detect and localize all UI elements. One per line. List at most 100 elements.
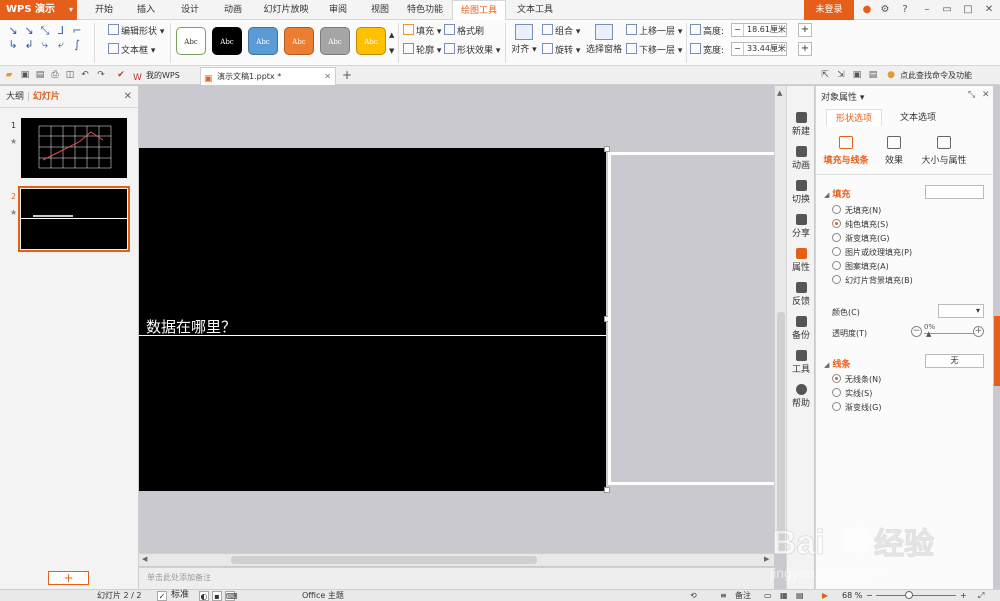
transparency-slider[interactable] <box>924 333 974 334</box>
tab-document[interactable]: ▣ 演示文稿1.pptx * ✕ <box>200 67 336 85</box>
radio-button[interactable] <box>832 233 841 242</box>
tab-shape-options[interactable]: 形状选项 <box>826 109 882 127</box>
line-option-none[interactable]: 无线条(N) <box>832 374 881 385</box>
standard-mode[interactable]: 标准 <box>171 590 189 601</box>
shape-style-blue[interactable]: Abc <box>248 27 278 55</box>
curve-arrow2-icon[interactable]: ⤶ <box>54 38 68 52</box>
close-icon[interactable]: ✕ <box>982 90 990 100</box>
shape-style-black[interactable]: Abc <box>212 27 242 55</box>
vertical-scrollbar[interactable]: ▲ <box>774 86 786 553</box>
shape-gallery[interactable]: ↘ ↘ ⤡ ⅃ ⌐ ↳ ↲ ⤷ ⤶ ∫ <box>6 24 90 60</box>
edit-shape-button[interactable]: 编辑形状 ▾ <box>108 24 164 38</box>
settings-icon[interactable]: ⚙ <box>878 3 892 17</box>
shape-style-gray[interactable]: Abc <box>320 27 350 55</box>
slide-thumbnail-1[interactable] <box>21 118 127 178</box>
maximize-icon[interactable]: □ <box>961 3 975 17</box>
shape-style-white[interactable]: Abc <box>176 27 206 55</box>
add-slide-button[interactable]: + <box>48 571 89 585</box>
radio-button[interactable] <box>832 275 841 284</box>
rail-backup[interactable]: 备份 <box>787 316 815 341</box>
fill-option-gradient[interactable]: 渐变填充(G) <box>832 233 889 244</box>
rotate-button[interactable]: 旋转 ▾ <box>542 43 580 57</box>
toolbar-icon-d[interactable]: ▤ <box>868 70 878 80</box>
tab-slideshow[interactable]: 幻灯片放映 <box>258 0 314 20</box>
subtab-size-properties[interactable]: 大小与属性 <box>914 136 974 166</box>
curve-arrow-icon[interactable]: ⤷ <box>38 38 52 52</box>
height-field[interactable]: −18.61厘米 <box>731 23 787 37</box>
skin-icon[interactable]: ● <box>860 3 874 17</box>
zoom-slider[interactable] <box>876 595 956 596</box>
tab-start[interactable]: 开始 <box>86 0 122 20</box>
shape-style-orange[interactable]: Abc <box>284 27 314 55</box>
fill-button[interactable]: 填充 ▾ <box>403 24 441 38</box>
zoom-value[interactable]: 68 % <box>842 590 862 601</box>
login-button[interactable]: 未登录 <box>804 0 854 20</box>
command-search[interactable]: 点此查找命令及功能 <box>888 67 998 85</box>
color-dropdown[interactable]: ▾ <box>938 304 984 318</box>
line-shape-icon[interactable]: ↘ <box>6 24 20 38</box>
spellcheck-icon[interactable]: ✓ <box>157 591 167 601</box>
style-scroll-up[interactable]: ▲ <box>389 28 394 42</box>
radio-button[interactable] <box>832 261 841 270</box>
save-icon[interactable]: ▣ <box>20 70 30 80</box>
tab-review[interactable]: 审阅 <box>320 0 356 20</box>
tab-insert[interactable]: 插入 <box>128 0 164 20</box>
current-slide[interactable]: ，数据在哪里？ <box>139 148 606 491</box>
close-tab-icon[interactable]: ✕ <box>324 68 331 85</box>
elbow-connector-icon[interactable]: ⅃ <box>54 24 68 38</box>
slide-sorter-icon[interactable]: ▦ <box>780 590 788 601</box>
width-plus-button[interactable]: + <box>798 42 812 56</box>
new-tab-icon[interactable]: + <box>342 69 352 81</box>
pin-icon[interactable]: ⤡ <box>968 90 975 100</box>
fill-option-none[interactable]: 无填充(N) <box>832 205 881 216</box>
tab-text-options[interactable]: 文本选项 <box>890 109 946 127</box>
shape-effect-button[interactable]: 形状效果 ▾ <box>444 43 500 57</box>
night-mode-icon[interactable]: ◐ <box>199 591 209 601</box>
rail-transition[interactable]: 切换 <box>787 180 815 205</box>
tab-view[interactable]: 视图 <box>362 0 398 20</box>
toolbar-icon-a[interactable]: ⇱ <box>820 70 830 80</box>
selected-shape-frame[interactable] <box>608 152 774 485</box>
tab-text-tools[interactable]: 文本工具 <box>510 0 560 20</box>
radio-button[interactable] <box>832 247 841 256</box>
sync-icon[interactable]: ⟲ <box>690 590 697 601</box>
slide-canvas[interactable]: ，数据在哪里？ <box>139 86 774 553</box>
scroll-up-icon[interactable]: ▲ <box>777 89 782 97</box>
print-icon[interactable]: ⎙ <box>50 70 60 80</box>
scrollbar-thumb[interactable] <box>777 312 785 552</box>
reading-view-icon[interactable]: ▤ <box>796 590 804 601</box>
text-box-button[interactable]: 文本框 ▾ <box>108 43 155 57</box>
rail-share[interactable]: 分享 <box>787 214 815 239</box>
export-pdf-icon[interactable]: ▤ <box>35 70 45 80</box>
elbow-arrow2-icon[interactable]: ↲ <box>22 38 36 52</box>
fit-window-icon[interactable]: ⤢ <box>978 590 984 601</box>
radio-button[interactable] <box>832 402 841 411</box>
slideshow-icon[interactable]: ▶ <box>822 590 828 601</box>
tab-design[interactable]: 设计 <box>172 0 208 20</box>
slider-thumb[interactable]: ▲ <box>926 330 931 338</box>
slide-title-text[interactable]: ，数据在哪里？ <box>139 316 236 337</box>
tab-animation[interactable]: 动画 <box>215 0 251 20</box>
tab-special[interactable]: 特色功能 <box>402 0 448 20</box>
toolbar-icon-b[interactable]: ⇲ <box>836 70 846 80</box>
radio-button[interactable] <box>832 388 841 397</box>
double-arrow-shape-icon[interactable]: ⤡ <box>38 24 52 38</box>
tab-slides[interactable]: 幻灯片 <box>33 92 60 102</box>
help-icon[interactable]: ? <box>898 3 912 17</box>
style-scroll-down[interactable]: ▼ <box>389 44 394 58</box>
minus-icon[interactable]: − <box>732 43 744 55</box>
line-section-header[interactable]: ◢ 线条 <box>824 357 850 370</box>
rail-properties[interactable]: 属性 <box>787 248 815 273</box>
fill-option-slide-bg[interactable]: 幻灯片背景填充(B) <box>832 275 913 286</box>
fill-option-solid[interactable]: 纯色填充(S) <box>832 219 888 230</box>
redo-icon[interactable]: ↷ <box>96 70 106 80</box>
height-plus-button[interactable]: + <box>798 23 812 37</box>
normal-view-icon[interactable]: ▭ <box>764 590 772 601</box>
horizontal-scrollbar[interactable]: ◀ ▶ <box>139 553 774 566</box>
scroll-left-icon[interactable]: ◀ <box>142 555 147 563</box>
transparency-plus-button[interactable]: + <box>973 326 984 337</box>
notes-area[interactable]: 单击此处添加备注 <box>139 567 774 589</box>
align-button[interactable]: 对齐 ▾ <box>510 24 538 55</box>
minus-icon[interactable]: − <box>732 24 744 36</box>
zoom-slider-thumb[interactable] <box>905 591 913 599</box>
